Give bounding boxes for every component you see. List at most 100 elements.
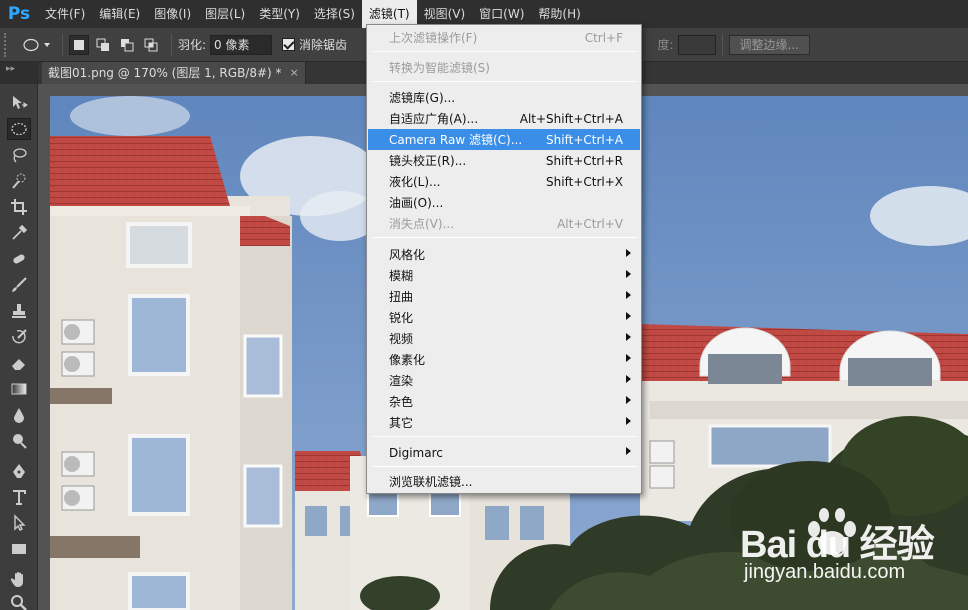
density-label: 度: (657, 38, 674, 52)
menu-item-browse-online-filters[interactable]: 浏览联机滤镜... (368, 471, 640, 492)
submenu-arrow-icon (626, 354, 631, 362)
feather-input[interactable] (210, 34, 273, 55)
menu-item-blur[interactable]: 模糊 (368, 265, 640, 286)
refine-edge-button[interactable]: 调整边缘... (728, 34, 810, 55)
menu-item-last-filter[interactable]: 上次滤镜操作(F) Ctrl+F (368, 27, 640, 48)
submenu-arrow-icon (626, 333, 631, 341)
antialias-label: 消除锯齿 (299, 38, 348, 52)
lasso-tool[interactable] (7, 144, 31, 166)
document-tab-title: 截图01.png @ 170% (图层 1, RGB/8#) * (48, 66, 282, 80)
menu-separator (373, 81, 637, 82)
path-select-tool[interactable] (7, 512, 31, 534)
menu-item-vanishing-point[interactable]: 消失点(V)... Alt+Ctrl+V (368, 213, 640, 234)
eraser-icon (12, 359, 25, 370)
elliptical-marquee-icon (23, 38, 50, 51)
menu-item-video[interactable]: 视频 (368, 328, 640, 349)
brush-tool[interactable] (7, 274, 31, 296)
intersect-selection-button[interactable] (141, 35, 161, 55)
lasso-icon (13, 148, 27, 163)
separator (171, 33, 172, 56)
submenu-arrow-icon (626, 291, 631, 299)
menu-edit[interactable]: 编辑(E) (92, 0, 147, 28)
submenu-arrow-icon (626, 270, 631, 278)
clone-stamp-icon (12, 304, 26, 318)
menu-separator (373, 436, 637, 437)
rectangle-shape-icon (12, 544, 26, 554)
blur-tool[interactable] (7, 404, 31, 426)
menu-item-other[interactable]: 其它 (368, 412, 640, 433)
add-selection-button[interactable] (93, 35, 113, 55)
move-tool[interactable] (7, 92, 31, 114)
antialias-checkbox[interactable] (282, 38, 296, 51)
quick-select-tool[interactable] (7, 170, 31, 192)
menu-item-camera-raw[interactable]: Camera Raw 滤镜(C)... Shift+Ctrl+A (368, 129, 640, 150)
eyedropper-icon (12, 224, 28, 240)
hand-icon (10, 572, 23, 587)
feather-label: 羽化: (178, 38, 207, 52)
history-brush-tool[interactable] (7, 326, 31, 348)
menu-item-lens-correction[interactable]: 镜头校正(R)... Shift+Ctrl+R (368, 150, 640, 171)
marquee-tool[interactable] (7, 118, 31, 140)
menu-select[interactable]: 选择(S) (307, 0, 362, 28)
zoom-tool[interactable] (7, 592, 31, 610)
menu-type[interactable]: 类型(Y) (252, 0, 307, 28)
shape-tool[interactable] (7, 538, 31, 560)
pen-icon (13, 464, 25, 478)
close-icon[interactable]: × (290, 62, 299, 84)
menu-file[interactable]: 文件(F) (38, 0, 92, 28)
hand-tool[interactable] (7, 568, 31, 590)
type-icon (13, 490, 26, 505)
separator (721, 33, 723, 56)
menu-item-stylize[interactable]: 风格化 (368, 244, 640, 265)
separator (62, 33, 63, 56)
subtract-selection-icon (121, 38, 134, 51)
dodge-icon (13, 434, 27, 449)
watermark-url: jingyan.baidu.com (744, 561, 906, 583)
submenu-arrow-icon (626, 375, 631, 383)
menu-item-render[interactable]: 渲染 (368, 370, 640, 391)
crop-icon (11, 199, 27, 215)
healing-tool[interactable] (7, 248, 31, 270)
crop-tool[interactable] (7, 196, 31, 218)
brush-icon (12, 277, 27, 292)
density-input[interactable] (677, 34, 716, 55)
toolbox: ▸▸ (0, 62, 38, 610)
quick-select-icon (12, 173, 26, 189)
pen-tool[interactable] (7, 460, 31, 482)
menu-item-filter-gallery[interactable]: 滤镜库(G)... (368, 87, 640, 108)
spot-healing-icon (13, 254, 25, 264)
menu-item-sharpen[interactable]: 锐化 (368, 307, 640, 328)
path-select-icon (14, 514, 26, 531)
menu-item-liquify[interactable]: 液化(L)... Shift+Ctrl+X (368, 171, 640, 192)
menu-layer[interactable]: 图层(L) (198, 0, 252, 28)
new-selection-button[interactable] (69, 34, 89, 55)
eraser-tool[interactable] (7, 352, 31, 374)
dodge-tool[interactable] (7, 430, 31, 452)
tool-preset-picker[interactable] (18, 33, 56, 57)
menu-item-adaptive-wide-angle[interactable]: 自适应广角(A)... Alt+Shift+Ctrl+A (368, 108, 640, 129)
menu-item-distort[interactable]: 扭曲 (368, 286, 640, 307)
menu-item-convert-smart-filter[interactable]: 转换为智能滤镜(S) (368, 57, 640, 78)
type-tool[interactable] (7, 486, 31, 508)
subtract-selection-button[interactable] (117, 35, 137, 55)
watermark-brand: Bai du 经验 (740, 524, 935, 566)
submenu-arrow-icon (626, 249, 631, 257)
eyedropper-tool[interactable] (7, 222, 31, 244)
options-bar-grip[interactable] (4, 32, 12, 57)
clone-stamp-tool[interactable] (7, 300, 31, 322)
elliptical-marquee-icon (11, 122, 27, 136)
filter-menu-dropdown: 上次滤镜操作(F) Ctrl+F 转换为智能滤镜(S) 滤镜库(G)... 自适应… (366, 24, 642, 494)
blur-icon (14, 408, 24, 423)
menu-item-digimarc[interactable]: Digimarc (368, 442, 640, 463)
history-brush-icon (12, 329, 27, 344)
menu-separator (373, 51, 637, 52)
gradient-tool[interactable] (7, 378, 31, 400)
menu-item-noise[interactable]: 杂色 (368, 391, 640, 412)
new-selection-icon (74, 39, 84, 50)
menu-item-pixelate[interactable]: 像素化 (368, 349, 640, 370)
menu-image[interactable]: 图像(I) (147, 0, 198, 28)
toolbox-header[interactable]: ▸▸ (0, 62, 37, 84)
document-tab[interactable]: 截图01.png @ 170% (图层 1, RGB/8#) * × (42, 62, 306, 84)
menu-item-oil-paint[interactable]: 油画(O)... (368, 192, 640, 213)
submenu-arrow-icon (626, 396, 631, 404)
